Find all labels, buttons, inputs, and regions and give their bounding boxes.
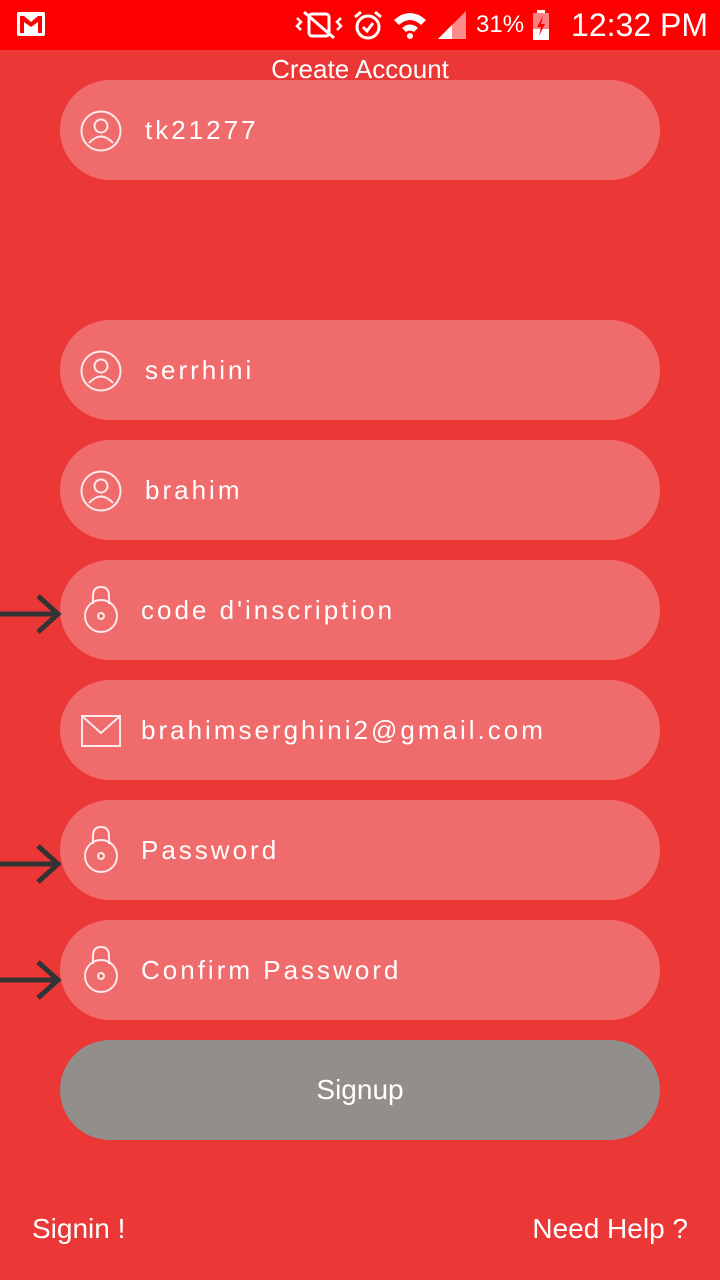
username-field[interactable]: tk21277 [60,80,660,180]
battery-charging-icon [533,10,550,40]
confirm-password-field[interactable]: Confirm Password [60,920,660,1020]
password-field[interactable]: Password [60,800,660,900]
user-icon [80,110,122,152]
arrow-icon [0,594,62,634]
first-name-value: brahim [145,475,243,505]
battery-percent: 31% [476,11,525,38]
registration-code-placeholder: code d'inscription [141,595,396,625]
status-icons: 31% [294,6,550,44]
signin-link[interactable]: Signin ! [32,1213,125,1245]
status-time: 12:32 PM [571,7,708,43]
last-name-value: serrhini [145,355,255,385]
signal-icon [438,11,466,39]
confirm-password-placeholder: Confirm Password [141,955,402,985]
vibrate-icon [295,10,343,40]
first-name-field[interactable]: brahim [60,440,660,540]
registration-code-field[interactable]: code d'inscription [60,560,660,660]
lock-icon [84,585,118,633]
email-value: brahimserghini2@gmail.com [141,715,546,745]
alarm-icon [354,10,382,40]
user-icon [80,350,122,392]
arrow-icon [0,960,62,1000]
lock-icon [84,825,118,873]
user-icon [80,470,122,512]
signup-button[interactable]: Signup [60,1040,660,1140]
gmail-icon [17,12,45,36]
lock-icon [84,945,118,993]
need-help-link[interactable]: Need Help ? [532,1213,688,1245]
password-placeholder: Password [141,835,280,865]
status-bar: 31% 12:32 PM [0,0,720,50]
arrow-icon [0,844,62,884]
mail-icon [81,715,121,747]
last-name-field[interactable]: serrhini [60,320,660,420]
wifi-icon [394,13,426,39]
email-field[interactable]: brahimserghini2@gmail.com [60,680,660,780]
username-value: tk21277 [145,115,259,145]
